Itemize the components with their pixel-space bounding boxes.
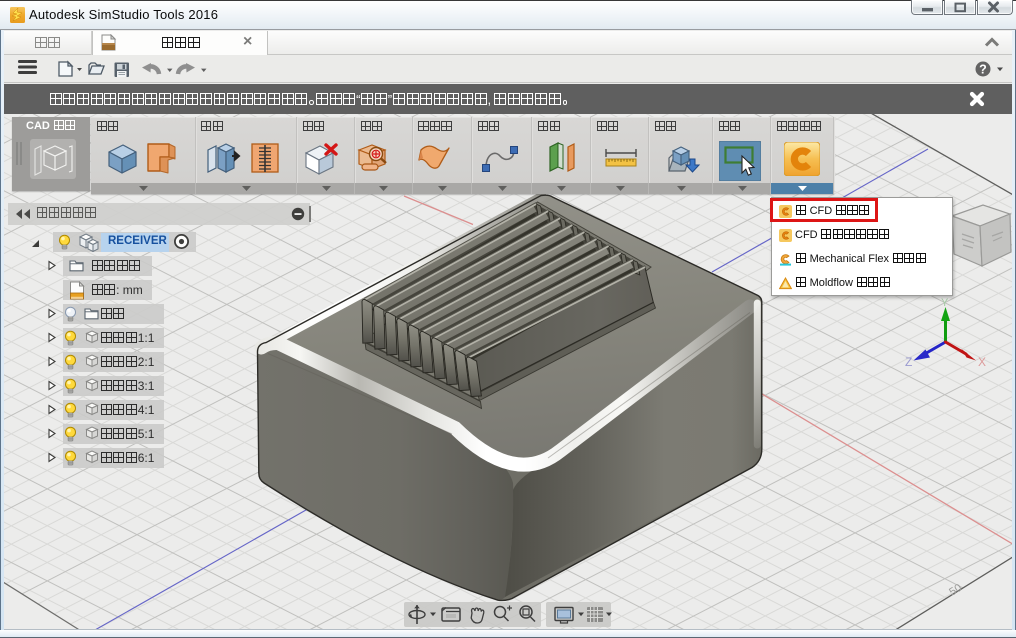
svg-text:Y: Y: [941, 297, 949, 309]
svg-text:X: X: [978, 355, 986, 369]
svg-text:Z: Z: [905, 355, 912, 369]
svg-text:?: ?: [979, 63, 987, 77]
